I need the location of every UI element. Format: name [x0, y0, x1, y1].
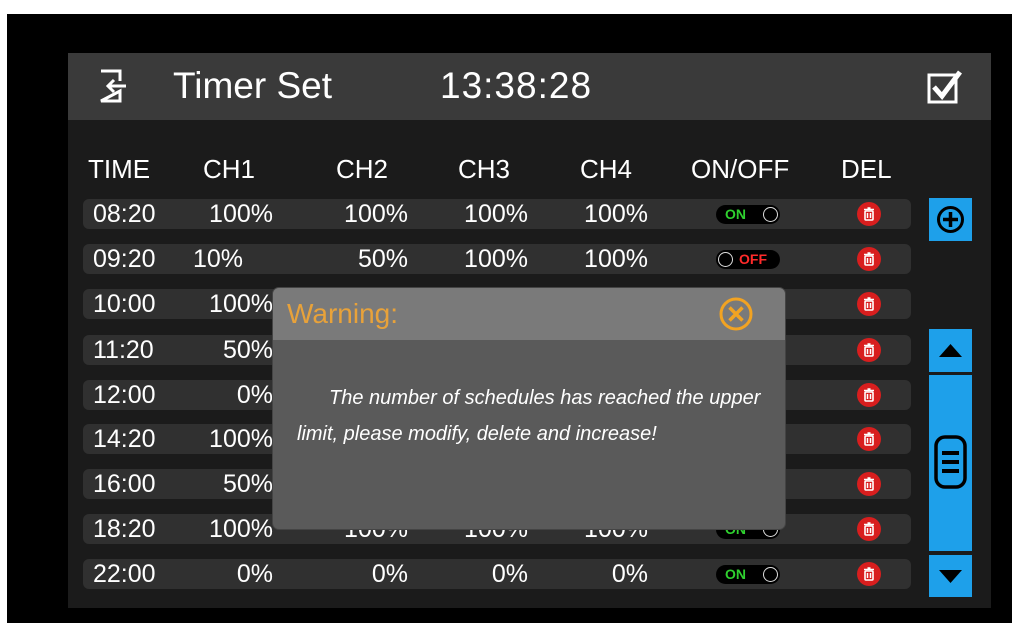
close-circle-icon[interactable]	[718, 296, 754, 332]
trash-icon[interactable]	[857, 338, 881, 362]
toggle-knob	[763, 207, 778, 222]
trash-icon[interactable]	[857, 202, 881, 226]
trash-icon[interactable]	[857, 517, 881, 541]
trash-glyph	[864, 207, 874, 221]
trash-glyph	[864, 432, 874, 446]
trash-icon[interactable]	[857, 247, 881, 271]
column-header-ch4: CH4	[580, 154, 633, 184]
triangle-down-icon	[939, 570, 962, 583]
cell-time: 08:20	[93, 200, 156, 228]
on-off-toggle[interactable]: OFF	[716, 250, 780, 269]
toggle-knob	[718, 252, 733, 267]
dialog-title: Warning:	[287, 298, 399, 329]
cell-ch1[interactable]: 0%	[193, 380, 273, 410]
column-header-del: DEL	[841, 154, 892, 184]
cell-time: 11:20	[93, 336, 154, 364]
cell-ch4[interactable]: 0%	[563, 559, 648, 589]
trash-glyph	[864, 388, 874, 402]
add-circle-icon	[937, 206, 964, 233]
scroll-handle-icon[interactable]	[934, 435, 967, 489]
cell-time: 09:20	[93, 245, 156, 273]
page-title: Timer Set	[173, 65, 332, 106]
cell-ch1[interactable]: 100%	[193, 199, 273, 229]
scroll-down-button[interactable]	[929, 555, 972, 597]
on-off-toggle[interactable]: ON	[716, 565, 780, 584]
cell-ch1[interactable]: 50%	[193, 335, 273, 365]
trash-icon[interactable]	[857, 292, 881, 316]
trash-glyph	[864, 252, 874, 266]
cell-ch2[interactable]: 50%	[303, 244, 408, 274]
trash-glyph	[864, 477, 874, 491]
trash-glyph	[864, 522, 874, 536]
dialog-header: Warning:	[273, 288, 785, 340]
table-row[interactable]: 09:20 10% 50% 100% 100% OFF	[83, 244, 911, 274]
toggle-label: OFF	[739, 251, 767, 267]
clock-display: 13:38:28	[440, 65, 593, 106]
trash-icon[interactable]	[857, 427, 881, 451]
cell-ch4[interactable]: 100%	[563, 244, 648, 274]
toggle-knob	[763, 567, 778, 582]
cell-ch1[interactable]: 50%	[193, 469, 273, 499]
cell-ch1[interactable]: 100%	[193, 289, 273, 319]
trash-glyph	[864, 343, 874, 357]
table-row[interactable]: 08:20 100% 100% 100% 100% ON	[83, 199, 911, 229]
cell-ch3[interactable]: 100%	[448, 244, 528, 274]
title-bar: Timer Set 13:38:28	[68, 53, 991, 120]
cell-ch3[interactable]: 100%	[448, 199, 528, 229]
warning-dialog: Warning: The number of schedules has rea…	[273, 288, 785, 529]
on-off-toggle[interactable]: ON	[716, 205, 780, 224]
cell-time: 10:00	[93, 290, 156, 318]
column-header-onoff: ON/OFF	[691, 154, 790, 184]
cell-ch2[interactable]: 0%	[303, 559, 408, 589]
column-header-ch3: CH3	[458, 154, 511, 184]
cell-ch1[interactable]: 100%	[193, 514, 273, 544]
toggle-label: ON	[725, 206, 746, 222]
triangle-up-icon	[939, 344, 962, 357]
column-header-ch1: CH1	[203, 154, 256, 184]
cell-time: 14:20	[93, 425, 156, 453]
cell-ch1[interactable]: 0%	[193, 559, 273, 589]
cell-time: 16:00	[93, 470, 156, 498]
scrollbar-track[interactable]	[929, 375, 972, 551]
trash-glyph	[864, 567, 874, 581]
cell-time: 18:20	[93, 515, 156, 543]
cell-ch1[interactable]: 10%	[193, 244, 243, 274]
scroll-up-button[interactable]	[929, 329, 972, 372]
toggle-label: ON	[725, 566, 746, 582]
cell-ch3[interactable]: 0%	[448, 559, 528, 589]
table-row[interactable]: 22:00 0% 0% 0% 0% ON	[83, 559, 911, 589]
checkbox-checked-icon[interactable]	[926, 69, 962, 105]
cell-ch4[interactable]: 100%	[563, 199, 648, 229]
cell-time: 22:00	[93, 560, 156, 588]
cell-ch1[interactable]: 100%	[193, 424, 273, 454]
add-schedule-button[interactable]	[929, 198, 972, 241]
cell-ch2[interactable]: 100%	[303, 199, 408, 229]
trash-glyph	[864, 297, 874, 311]
exit-icon[interactable]	[98, 69, 128, 103]
trash-icon[interactable]	[857, 562, 881, 586]
trash-icon[interactable]	[857, 472, 881, 496]
column-header-time: TIME	[88, 154, 151, 184]
trash-icon[interactable]	[857, 383, 881, 407]
dialog-message: The number of schedules has reached the …	[297, 387, 761, 445]
cell-time: 12:00	[93, 381, 156, 409]
column-header-ch2: CH2	[336, 154, 389, 184]
